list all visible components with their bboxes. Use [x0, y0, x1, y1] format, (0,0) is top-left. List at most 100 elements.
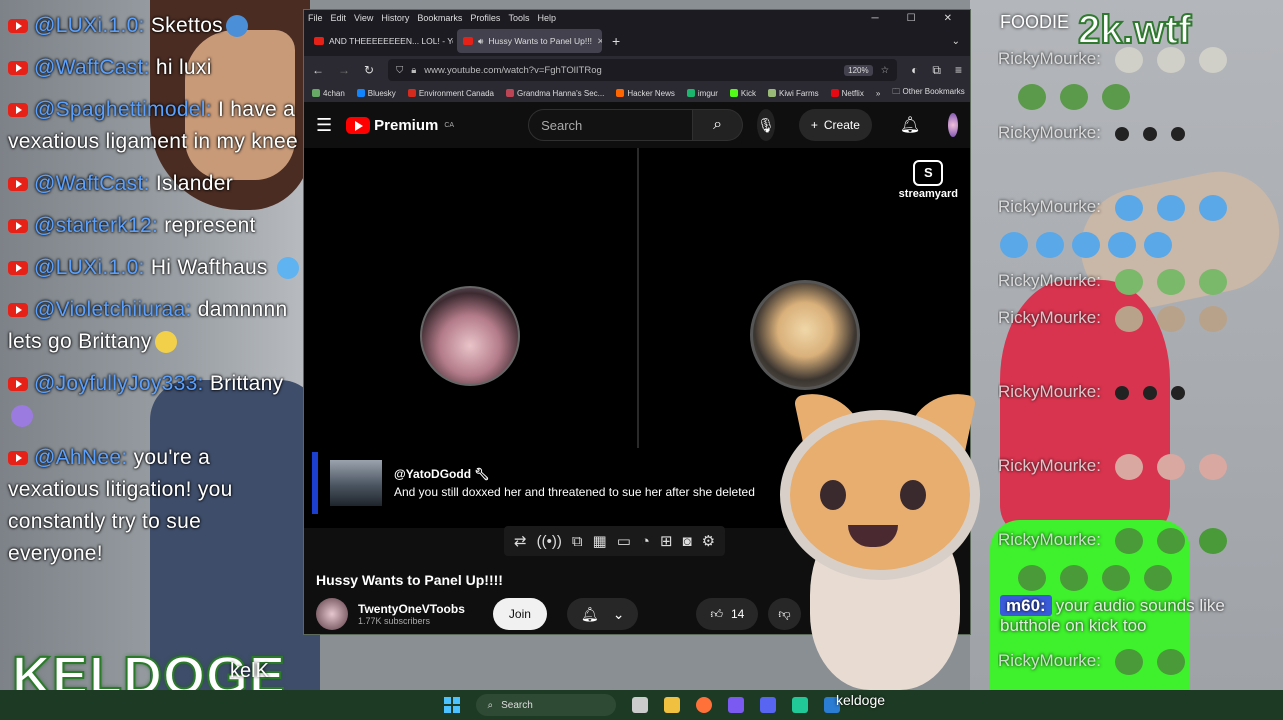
subscribed-button[interactable]: 🔔︎ ⌄	[566, 598, 639, 630]
channel-avatar[interactable]	[316, 598, 348, 630]
loop-icon[interactable]: ⇄	[514, 532, 527, 550]
back-icon[interactable]: ←	[312, 63, 324, 77]
extension-icon[interactable]: ◐	[911, 63, 918, 77]
app-icon[interactable]	[791, 697, 808, 713]
bookmark-label: Environment Canada	[418, 88, 494, 98]
subscriber-count: 1.77K subscribers	[358, 616, 431, 626]
chat-overlay-left: @LUXi.1.0: Skettos @WaftCast: hi luxi @S…	[8, 10, 300, 580]
chevron-down-icon[interactable]: ⌄	[952, 36, 970, 47]
tab-video-1[interactable]: AND THEEEEEEEEN... LOL! - Yo✕	[308, 29, 453, 53]
clapper-icon[interactable]: ▦	[593, 532, 607, 550]
chat-username: @WaftCast:	[34, 56, 150, 79]
reload-icon[interactable]: ↻	[364, 63, 374, 77]
tab-title: AND THEEEEEEEEN... LOL! - Yo	[329, 36, 453, 46]
logo-text: Premium	[374, 116, 439, 134]
bookmark-kiwi-farms[interactable]: Kiwi Farms	[768, 89, 819, 98]
theater-mode-icon[interactable]: ▭	[617, 532, 631, 550]
heart-icon	[276, 257, 299, 280]
puzzle-icon[interactable]: ⧉	[932, 63, 941, 78]
forward-icon[interactable]: →	[338, 63, 350, 77]
bookmark-icon	[768, 89, 777, 98]
windows-start-icon[interactable]	[443, 697, 460, 713]
channel-name[interactable]: TwentyOneVToobs	[358, 602, 465, 616]
menu-tools[interactable]: Tools	[508, 13, 529, 23]
taskbar: ⌕ Search	[0, 690, 1283, 720]
nav-bar: ← → ↻ ⛉ 🔒︎ www.youtube.com/watch?v=FghTO…	[304, 56, 970, 84]
firefox-icon[interactable]	[695, 697, 712, 713]
menu-bookmarks[interactable]: Bookmarks	[417, 13, 462, 23]
account-avatar[interactable]	[948, 113, 958, 137]
minimize-icon[interactable]: ─	[872, 13, 879, 24]
screenshot-icon[interactable]: ◙	[683, 533, 692, 550]
bookmark-label: Kick	[740, 88, 757, 98]
emote-icon	[1114, 46, 1143, 73]
region-code: CA	[444, 121, 455, 129]
emote-icon	[1114, 268, 1143, 295]
url-text: www.youtube.com/watch?v=FghTOlITRog	[424, 64, 602, 76]
youtube-icon	[8, 303, 28, 318]
new-tab-icon[interactable]: +	[612, 33, 620, 49]
create-button[interactable]: + Create	[798, 109, 872, 141]
menu-file[interactable]: File	[308, 13, 323, 23]
bookmark-bluesky[interactable]: Bluesky	[356, 89, 396, 98]
menu-edit[interactable]: Edit	[331, 13, 347, 23]
menu-history[interactable]: History	[381, 13, 409, 23]
hamburger-menu-icon[interactable]: ☰	[316, 115, 332, 136]
file-explorer-icon[interactable]	[663, 697, 680, 713]
youtube-logo[interactable]: Premium CA	[346, 116, 455, 134]
notifications-bell-icon[interactable]: 🔔︎	[900, 115, 920, 135]
app-icon[interactable]	[727, 697, 744, 713]
bomb-emote-icon	[1170, 385, 1185, 400]
menu-help[interactable]: Help	[537, 13, 556, 23]
taskbar-search[interactable]: ⌕ Search	[475, 694, 616, 716]
bookmark-other[interactable]: 🗀︎ Other Bookmarks	[892, 86, 964, 100]
chat-message: RickyMourke:	[998, 188, 1278, 225]
bookmark-grandma-hanna[interactable]: Grandma Hanna's Sec...	[505, 89, 604, 98]
zoom-level[interactable]: 120%	[844, 64, 873, 76]
chat-text: Hi Wafthaus	[150, 256, 268, 279]
chat-message: @Violetchiiuraa: damnnnn lets go Brittan…	[8, 294, 300, 358]
chat-message	[998, 151, 1278, 188]
chat-text: Islander	[155, 172, 233, 195]
broadcast-icon[interactable]: ((•))	[537, 533, 562, 550]
chat-message: @WaftCast: Islander	[8, 168, 300, 200]
tab-video-2[interactable]: 🔊︎ Hussy Wants to Panel Up!!! ✕	[457, 29, 602, 53]
bookmark-4chan[interactable]: 4chan	[312, 89, 345, 98]
tab-title: Hussy Wants to Panel Up!!!	[488, 36, 592, 46]
bookmark-environment-canada[interactable]: Environment Canada	[407, 88, 494, 98]
speed-icon[interactable]: ◔	[641, 533, 650, 550]
url-bar[interactable]: ⛉ 🔒︎ www.youtube.com/watch?v=FghTOlITRog…	[388, 59, 898, 81]
like-button[interactable]: 👍︎ 14	[696, 598, 759, 630]
gear-icon[interactable]: ⚙	[702, 532, 715, 550]
menu-profiles[interactable]: Profiles	[470, 13, 500, 23]
menu-view[interactable]: View	[354, 13, 373, 23]
bookmark-icon	[616, 89, 625, 98]
search-input[interactable]: Search	[528, 109, 694, 141]
youtube-icon	[8, 219, 28, 234]
close-icon[interactable]: ✕	[944, 13, 952, 24]
youtube-favicon-icon	[463, 37, 473, 45]
menu-icon[interactable]: ≡	[955, 63, 962, 77]
voice-search-button[interactable]: 🎙︎	[757, 109, 775, 141]
add-box-icon[interactable]: ⊞	[660, 532, 673, 550]
bookmark-netflix[interactable]: Netflix	[830, 89, 864, 98]
discord-icon[interactable]	[759, 697, 776, 713]
pepe-emote-icon	[1018, 83, 1046, 110]
emote-icon	[1156, 268, 1185, 295]
close-tab-icon[interactable]: ✕	[597, 36, 602, 47]
bookmark-hacker-news[interactable]: Hacker News	[616, 89, 675, 98]
bookmark-imgur[interactable]: imgur	[686, 89, 718, 98]
bookmarks-bar: 4chan Bluesky Environment Canada Grandma…	[304, 84, 970, 102]
star-icon[interactable]: ☆	[881, 65, 890, 76]
task-view-icon[interactable]	[631, 697, 648, 713]
youtube-icon	[8, 61, 28, 76]
search-icon: ⌕	[487, 699, 494, 711]
plus-icon: +	[810, 118, 818, 132]
chevron-double-right-icon[interactable]: »	[876, 89, 880, 98]
bookmark-kick[interactable]: Kick	[729, 88, 757, 98]
join-button[interactable]: Join	[492, 598, 547, 630]
microphone-icon: 🎙︎	[757, 116, 775, 133]
picture-in-picture-icon[interactable]: ⧉	[572, 533, 583, 550]
search-button[interactable]: ⌕	[693, 109, 744, 141]
maximize-icon[interactable]: ☐	[907, 13, 916, 24]
